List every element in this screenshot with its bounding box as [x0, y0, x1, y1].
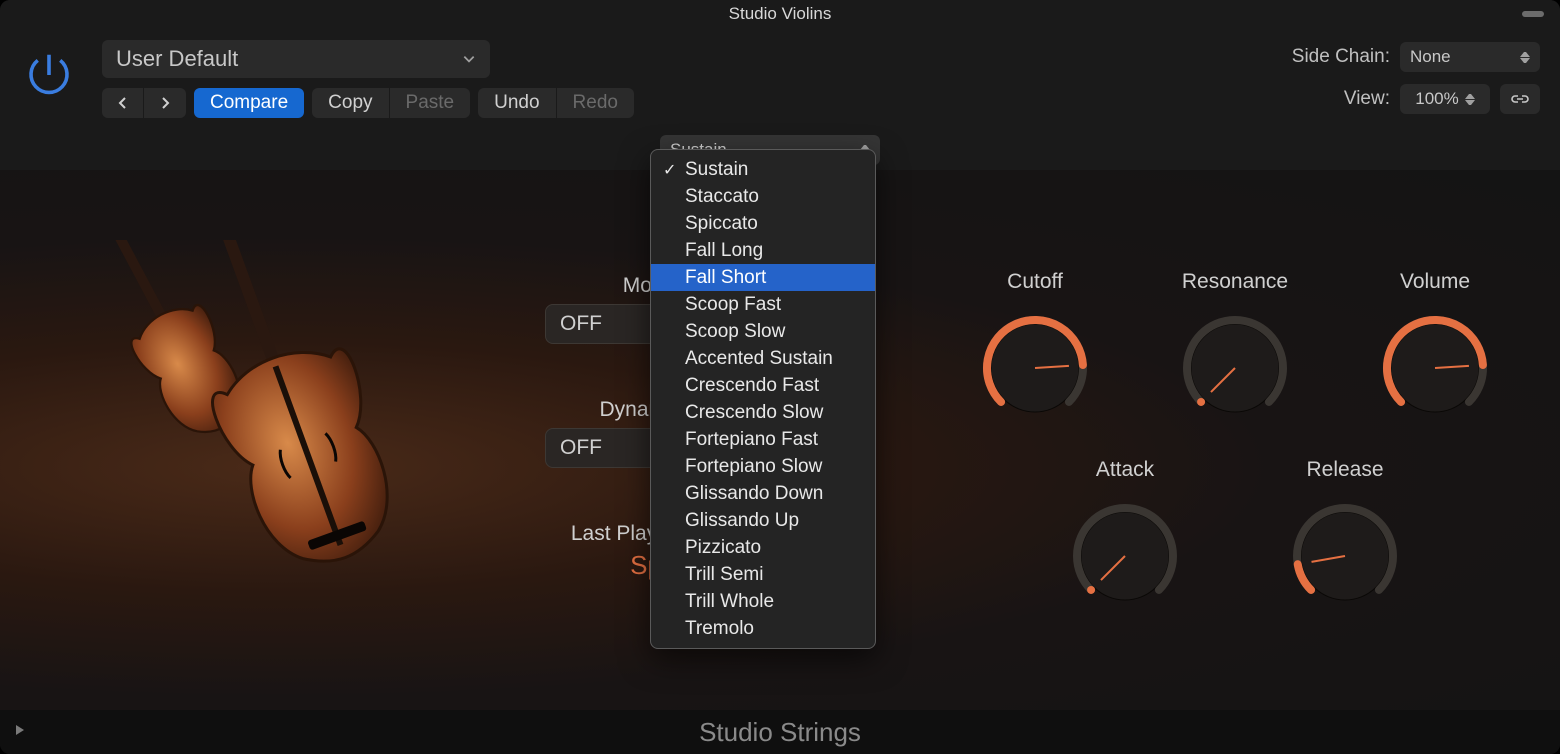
titlebar: Studio Violins [0, 0, 1560, 28]
release-label: Release [1306, 458, 1383, 482]
footer-title: Studio Strings [699, 717, 861, 748]
sidechain-value: None [1410, 47, 1451, 67]
articulation-option[interactable]: Sustain [651, 156, 875, 183]
violins-icon [50, 240, 430, 670]
power-icon [22, 48, 76, 102]
copy-button[interactable]: Copy [312, 88, 389, 118]
articulation-option[interactable]: Spiccato [651, 210, 875, 237]
articulation-option[interactable]: Fall Long [651, 237, 875, 264]
volume-label: Volume [1400, 270, 1470, 294]
link-icon [1509, 92, 1531, 106]
sidechain-label: Side Chain: [1292, 46, 1390, 68]
play-triangle-icon [14, 723, 26, 737]
articulation-option[interactable]: Fall Short [651, 264, 875, 291]
undo-button[interactable]: Undo [478, 88, 556, 118]
dynamics-value: OFF [560, 436, 602, 460]
updown-icon [1520, 50, 1530, 64]
disclosure-button[interactable] [14, 723, 26, 742]
chevron-left-icon [117, 96, 129, 110]
resonance-knob[interactable] [1175, 308, 1295, 428]
articulation-option[interactable]: Scoop Fast [651, 291, 875, 318]
cutoff-label: Cutoff [1007, 270, 1063, 294]
articulation-option[interactable]: Glissando Down [651, 480, 875, 507]
attack-knob[interactable] [1065, 496, 1185, 616]
prev-preset-button[interactable] [102, 88, 144, 118]
redo-button[interactable]: Redo [557, 88, 634, 118]
articulation-option[interactable]: Trill Semi [651, 561, 875, 588]
chevron-right-icon [159, 96, 171, 110]
chevron-down-icon [462, 52, 476, 66]
articulation-option[interactable]: Accented Sustain [651, 345, 875, 372]
articulation-option[interactable]: Fortepiano Fast [651, 426, 875, 453]
attack-label: Attack [1096, 458, 1154, 482]
preset-label: User Default [116, 46, 238, 72]
view-zoom-select[interactable]: 100% [1400, 84, 1490, 114]
preset-select[interactable]: User Default [102, 40, 490, 78]
paste-button[interactable]: Paste [390, 88, 471, 118]
articulation-option[interactable]: Staccato [651, 183, 875, 210]
compare-button[interactable]: Compare [194, 88, 304, 118]
updown-icon [1465, 92, 1475, 106]
release-knob[interactable] [1285, 496, 1405, 616]
articulation-option[interactable]: Crescendo Slow [651, 399, 875, 426]
instrument-image [50, 240, 430, 670]
preset-nav [102, 88, 186, 118]
articulation-option[interactable]: Pizzicato [651, 534, 875, 561]
articulation-option[interactable]: Glissando Up [651, 507, 875, 534]
sidechain-select[interactable]: None [1400, 42, 1540, 72]
articulation-option[interactable]: Crescendo Fast [651, 372, 875, 399]
window-handle-icon [1522, 11, 1544, 17]
volume-knob[interactable] [1375, 308, 1495, 428]
link-button[interactable] [1500, 84, 1540, 114]
view-label: View: [1344, 88, 1390, 110]
articulation-option[interactable]: Scoop Slow [651, 318, 875, 345]
next-preset-button[interactable] [144, 88, 186, 118]
view-zoom-value: 100% [1415, 89, 1458, 109]
articulation-option[interactable]: Fortepiano Slow [651, 453, 875, 480]
articulation-option[interactable]: Tremolo [651, 615, 875, 642]
articulation-dropdown[interactable]: SustainStaccatoSpiccatoFall LongFall Sho… [650, 149, 876, 649]
cutoff-knob[interactable] [975, 308, 1095, 428]
resonance-label: Resonance [1182, 270, 1288, 294]
footer: Studio Strings [0, 710, 1560, 754]
articulation-option[interactable]: Trill Whole [651, 588, 875, 615]
window-title: Studio Violins [729, 4, 832, 24]
toolbar: User Default Compare Copy Paste [0, 28, 1560, 130]
monophonic-value: OFF [560, 312, 602, 336]
power-button[interactable] [14, 40, 84, 110]
